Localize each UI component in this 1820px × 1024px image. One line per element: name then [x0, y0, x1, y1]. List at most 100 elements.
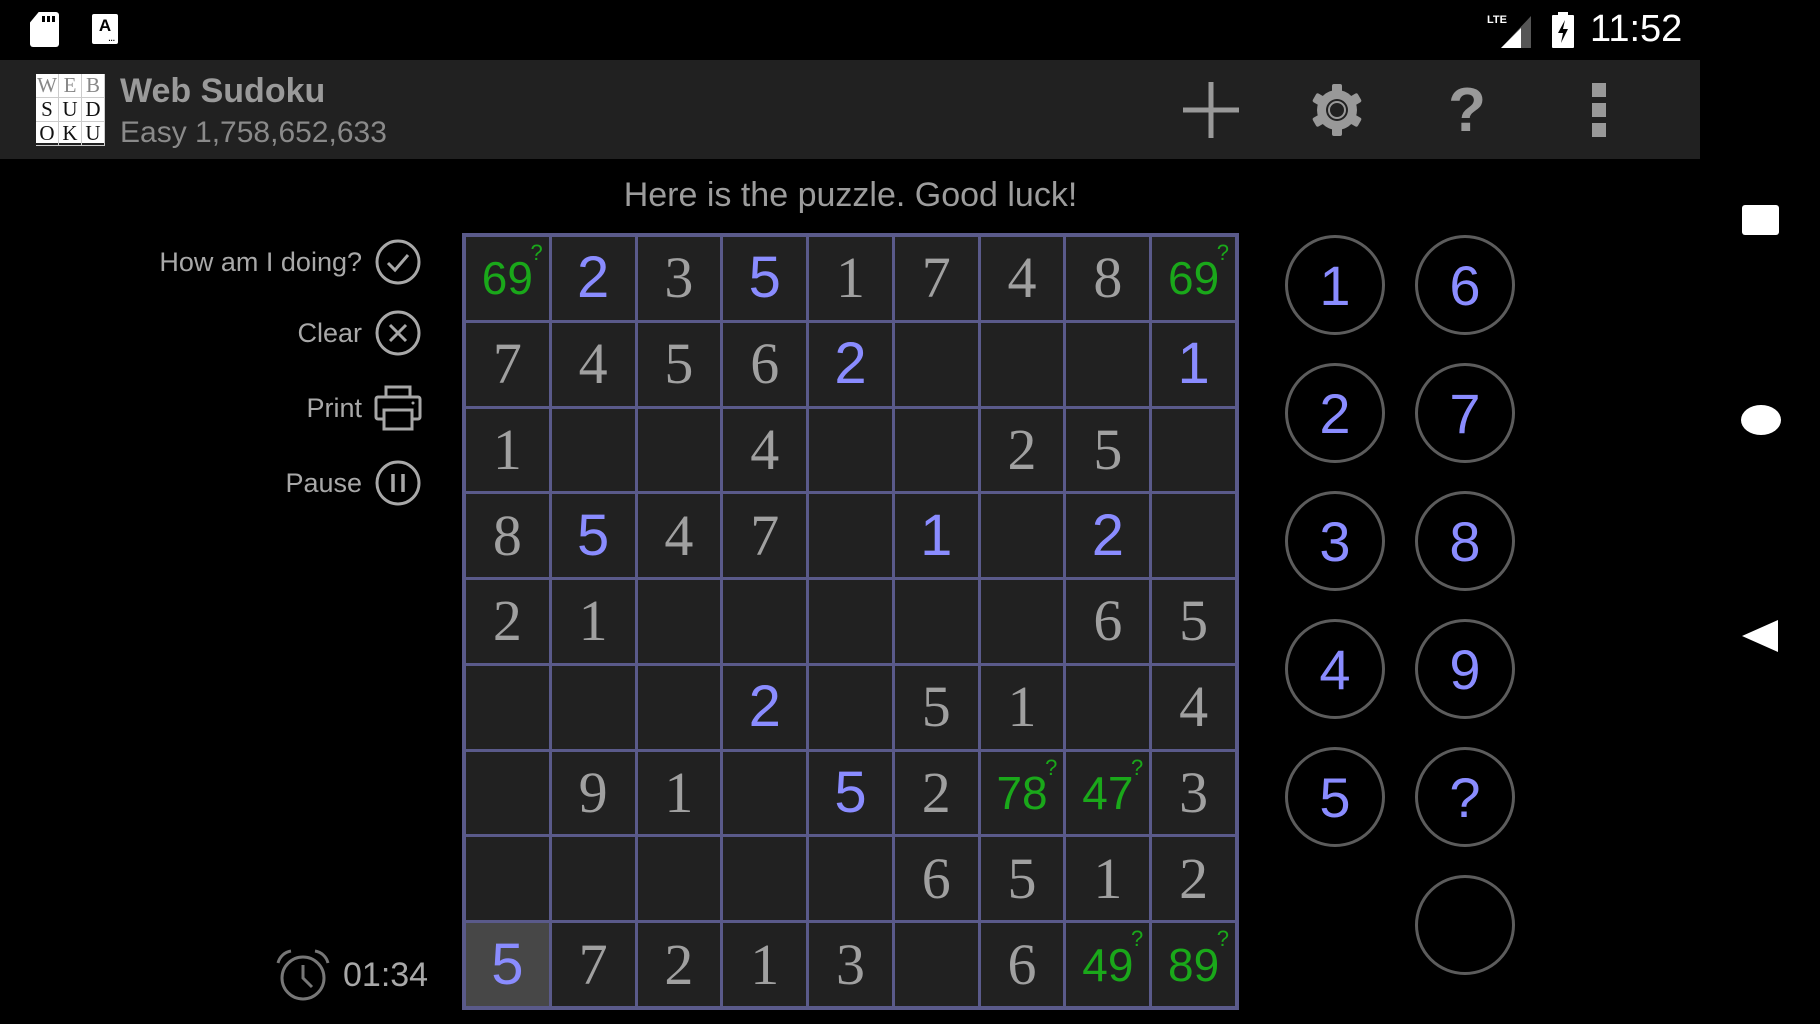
grid-cell-r1-c3[interactable]: 3: [637, 237, 721, 320]
grid-cell-r2-c5[interactable]: 2: [809, 322, 892, 406]
grid-cell-r1-c9[interactable]: 69?: [1152, 237, 1235, 320]
grid-cell-r4-c5[interactable]: [809, 494, 892, 578]
grid-cell-r5-c9[interactable]: 5: [1152, 580, 1235, 663]
how-am-i-doing-button[interactable]: How am I doing?: [159, 237, 422, 287]
grid-cell-r6-c8[interactable]: [1066, 665, 1150, 749]
grid-cell-r8-c3[interactable]: [637, 837, 721, 921]
grid-cell-r8-c4[interactable]: [723, 837, 807, 921]
grid-cell-r1-c1[interactable]: 69?: [466, 237, 549, 320]
grid-cell-r3-c8[interactable]: 5: [1066, 408, 1150, 492]
grid-cell-r3-c6[interactable]: [894, 408, 978, 492]
grid-cell-r5-c8[interactable]: 6: [1066, 580, 1150, 663]
grid-cell-r7-c9[interactable]: 3: [1152, 751, 1235, 835]
grid-cell-r1-c6[interactable]: 7: [894, 237, 978, 320]
grid-cell-r3-c3[interactable]: [637, 408, 721, 492]
grid-cell-r5-c1[interactable]: 2: [466, 580, 549, 663]
grid-cell-r9-c9[interactable]: 89?: [1152, 923, 1235, 1006]
grid-cell-r3-c2[interactable]: [551, 408, 635, 492]
grid-cell-r6-c9[interactable]: 4: [1152, 665, 1235, 749]
grid-cell-r4-c6[interactable]: 1: [894, 494, 978, 578]
grid-cell-r9-c8[interactable]: 49?: [1066, 923, 1150, 1006]
grid-cell-r7-c2[interactable]: 9: [551, 751, 635, 835]
grid-cell-r2-c9[interactable]: 1: [1152, 322, 1235, 406]
grid-cell-r7-c1[interactable]: [466, 751, 549, 835]
grid-cell-r9-c6[interactable]: [894, 923, 978, 1006]
grid-cell-r7-c8[interactable]: 47?: [1066, 751, 1150, 835]
help-button[interactable]: ?: [1427, 70, 1507, 150]
grid-cell-r2-c1[interactable]: 7: [466, 322, 549, 406]
grid-cell-r4-c4[interactable]: 7: [723, 494, 807, 578]
grid-cell-r3-c5[interactable]: [809, 408, 892, 492]
grid-cell-r8-c8[interactable]: 1: [1066, 837, 1150, 921]
grid-cell-r5-c5[interactable]: [809, 580, 892, 663]
grid-cell-r5-c6[interactable]: [894, 580, 978, 663]
grid-cell-r4-c1[interactable]: 8: [466, 494, 549, 578]
grid-cell-r2-c8[interactable]: [1066, 322, 1150, 406]
grid-cell-r3-c9[interactable]: [1152, 408, 1235, 492]
grid-cell-r9-c3[interactable]: 2: [637, 923, 721, 1006]
pause-button[interactable]: Pause: [285, 458, 422, 508]
keypad-erase-button[interactable]: [1415, 875, 1515, 975]
home-button[interactable]: [1741, 405, 1781, 435]
grid-cell-r5-c3[interactable]: [637, 580, 721, 663]
keypad-1-button[interactable]: 1: [1285, 235, 1385, 335]
grid-cell-r9-c4[interactable]: 1: [723, 923, 807, 1006]
grid-cell-r7-c7[interactable]: 78?: [980, 751, 1064, 835]
more-options-button[interactable]: [1559, 70, 1639, 150]
grid-cell-r2-c6[interactable]: [894, 322, 978, 406]
grid-cell-r5-c7[interactable]: [980, 580, 1064, 663]
grid-cell-r9-c5[interactable]: 3: [809, 923, 892, 1006]
grid-cell-r7-c6[interactable]: 2: [894, 751, 978, 835]
keypad-7-button[interactable]: 7: [1415, 363, 1515, 463]
grid-cell-r3-c4[interactable]: 4: [723, 408, 807, 492]
grid-cell-r7-c5[interactable]: 5: [809, 751, 892, 835]
grid-cell-r8-c9[interactable]: 2: [1152, 837, 1235, 921]
settings-button[interactable]: [1297, 70, 1377, 150]
keypad-9-button[interactable]: 9: [1415, 619, 1515, 719]
keypad-3-button[interactable]: 3: [1285, 491, 1385, 591]
back-button[interactable]: [1742, 620, 1778, 652]
grid-cell-r2-c3[interactable]: 5: [637, 322, 721, 406]
grid-cell-r6-c2[interactable]: [551, 665, 635, 749]
grid-cell-r7-c4[interactable]: [723, 751, 807, 835]
grid-cell-r2-c4[interactable]: 6: [723, 322, 807, 406]
keypad-5-button[interactable]: 5: [1285, 747, 1385, 847]
grid-cell-r1-c2[interactable]: 2: [551, 237, 635, 320]
grid-cell-r5-c4[interactable]: [723, 580, 807, 663]
grid-cell-r9-c2[interactable]: 7: [551, 923, 635, 1006]
keypad-2-button[interactable]: 2: [1285, 363, 1385, 463]
grid-cell-r3-c1[interactable]: 1: [466, 408, 549, 492]
grid-cell-r4-c3[interactable]: 4: [637, 494, 721, 578]
keypad-4-button[interactable]: 4: [1285, 619, 1385, 719]
grid-cell-r6-c6[interactable]: 5: [894, 665, 978, 749]
grid-cell-r4-c2[interactable]: 5: [551, 494, 635, 578]
grid-cell-r8-c7[interactable]: 5: [980, 837, 1064, 921]
grid-cell-r9-c7[interactable]: 6: [980, 923, 1064, 1006]
grid-cell-r4-c7[interactable]: [980, 494, 1064, 578]
keypad-6-button[interactable]: 6: [1415, 235, 1515, 335]
keypad-uncertain-button[interactable]: ?: [1415, 747, 1515, 847]
grid-cell-r6-c4[interactable]: 2: [723, 665, 807, 749]
grid-cell-r6-c5[interactable]: [809, 665, 892, 749]
grid-cell-r4-c9[interactable]: [1152, 494, 1235, 578]
grid-cell-r6-c3[interactable]: [637, 665, 721, 749]
grid-cell-r1-c4[interactable]: 5: [723, 237, 807, 320]
grid-cell-r1-c7[interactable]: 4: [980, 237, 1064, 320]
grid-cell-r8-c1[interactable]: [466, 837, 549, 921]
grid-cell-r4-c8[interactable]: 2: [1066, 494, 1150, 578]
clear-button[interactable]: Clear: [297, 308, 422, 358]
grid-cell-r8-c5[interactable]: [809, 837, 892, 921]
grid-cell-r7-c3[interactable]: 1: [637, 751, 721, 835]
grid-cell-r5-c2[interactable]: 1: [551, 580, 635, 663]
new-puzzle-button[interactable]: [1171, 70, 1251, 150]
grid-cell-r1-c8[interactable]: 8: [1066, 237, 1150, 320]
grid-cell-r6-c1[interactable]: [466, 665, 549, 749]
grid-cell-r8-c2[interactable]: [551, 837, 635, 921]
grid-cell-r2-c2[interactable]: 4: [551, 322, 635, 406]
grid-cell-r9-c1[interactable]: 5: [466, 923, 549, 1006]
print-button[interactable]: Print: [306, 383, 422, 433]
keypad-8-button[interactable]: 8: [1415, 491, 1515, 591]
grid-cell-r3-c7[interactable]: 2: [980, 408, 1064, 492]
grid-cell-r8-c6[interactable]: 6: [894, 837, 978, 921]
grid-cell-r2-c7[interactable]: [980, 322, 1064, 406]
